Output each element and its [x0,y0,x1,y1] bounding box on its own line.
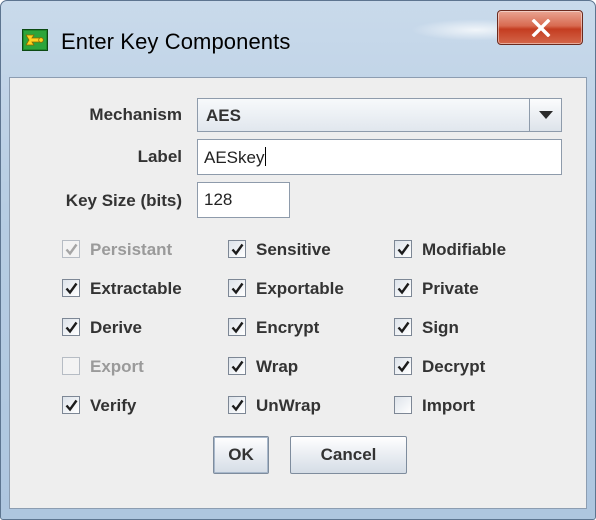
window-title: Enter Key Components [61,29,291,54]
checkmark-icon [231,243,244,256]
checkbox-box[interactable] [228,357,246,375]
checkbox-box[interactable] [394,357,412,375]
mechanism-value: AES [206,106,241,125]
checkbox-box [62,240,80,258]
dialog-content: Mechanism AES Label AESkey Key Size (bit… [9,77,587,509]
key-label-value: AESkey [204,148,265,167]
checkbox-label: UnWrap [256,396,321,415]
ok-button[interactable]: OK [213,436,269,474]
checkbox-box[interactable] [394,240,412,258]
dialog-window: Enter Key Components Mechanism AES Label… [0,0,596,520]
checkmark-icon [231,321,244,334]
checkbox-label: Encrypt [256,318,320,337]
checkbox-label: Derive [90,318,142,337]
checkbox-label: Sensitive [256,240,331,259]
checkbox-box[interactable] [228,396,246,414]
checkbox-label: Modifiable [422,240,507,259]
checkbox-box[interactable] [394,318,412,336]
label-field-label: Label [137,147,182,166]
checkbox-label: Verify [90,396,137,415]
checkbox-label: Extractable [90,279,182,298]
checkbox-box[interactable] [228,240,246,258]
checkbox-box[interactable] [62,279,80,297]
checkmark-icon [65,282,78,295]
key-size-label: Key Size (bits) [65,191,182,210]
checkmark-icon [397,360,410,373]
checkmark-icon [65,321,78,334]
title-bar[interactable]: Enter Key Components [1,1,595,77]
close-button[interactable] [497,10,583,45]
cancel-button[interactable]: Cancel [290,436,407,474]
checkbox-box[interactable] [228,279,246,297]
checkbox-box[interactable] [62,318,80,336]
checkmark-icon [397,321,410,334]
checkbox-box[interactable] [62,396,80,414]
chevron-down-icon [539,111,553,119]
key-wizard-icon [22,29,48,51]
text-caret [265,147,267,166]
checkbox-label: Wrap [256,357,299,376]
key-size-input[interactable]: 128 [197,182,290,218]
key-label-input[interactable]: AESkey [197,139,562,175]
checkmark-icon [231,282,244,295]
checkmark-icon [65,399,78,412]
checkbox-label: Private [422,279,479,298]
checkmark-icon [231,399,244,412]
checkbox-label: Exportable [256,279,344,298]
close-x-icon [531,19,551,37]
checkmark-icon [397,243,410,256]
key-size-value: 128 [204,190,233,209]
checkbox-label: Persistant [90,240,173,259]
checkbox-box[interactable] [394,279,412,297]
checkbox-label: Sign [422,318,459,337]
checkmark-icon [231,360,244,373]
checkbox-label: Import [422,396,475,415]
checkbox-box[interactable] [228,318,246,336]
mechanism-dropdown-button[interactable] [529,99,561,131]
checkmark-icon [65,243,78,256]
checkbox-box[interactable] [394,396,412,414]
checkbox-label: Export [90,357,144,376]
checkmark-icon [397,282,410,295]
mechanism-select[interactable]: AES [197,98,562,132]
mechanism-label: Mechanism [89,105,182,124]
checkbox-label: Decrypt [422,357,486,376]
checkbox-box [62,357,80,375]
